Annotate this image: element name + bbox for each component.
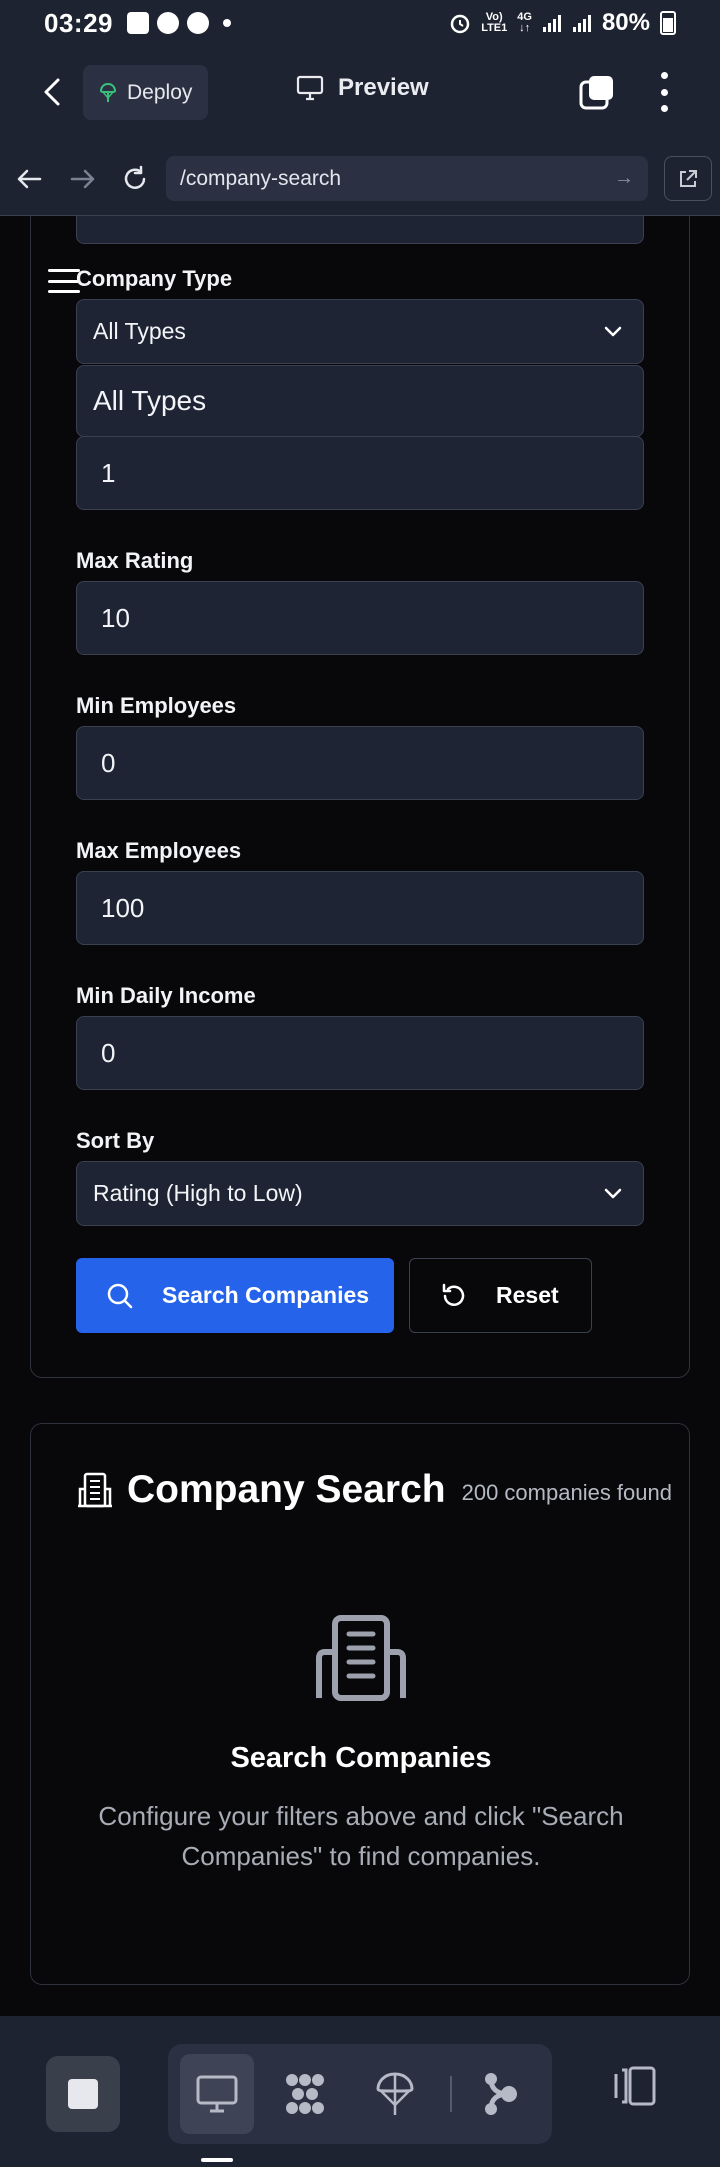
- alarm-icon: [450, 14, 470, 34]
- deploy-icon: [99, 82, 117, 102]
- go-arrow-icon[interactable]: →: [614, 167, 634, 190]
- search-icon: [107, 1283, 133, 1308]
- open-external-button[interactable]: [664, 156, 712, 201]
- panel-toggle-icon[interactable]: [612, 2064, 658, 2108]
- refresh-icon[interactable]: [120, 164, 150, 194]
- volte-indicator: Vo) LTE1: [481, 12, 507, 34]
- max-rating-label: Max Rating: [76, 548, 194, 573]
- workflow-tool-button[interactable]: [464, 2054, 538, 2134]
- url-text: /company-search: [180, 166, 342, 190]
- search-companies-button[interactable]: Search Companies: [76, 1258, 394, 1333]
- company-type-value: All Types: [93, 318, 186, 344]
- workflow-icon: [485, 2073, 517, 2115]
- back-chevron-icon[interactable]: [36, 74, 72, 110]
- browser-forward-icon[interactable]: [68, 164, 98, 194]
- results-count: 200 companies found: [461, 1480, 672, 1505]
- tool-group: [168, 2044, 552, 2144]
- results-title: Company Search: [127, 1468, 446, 1511]
- deploy-tool-button[interactable]: [358, 2054, 432, 2134]
- status-time: 03:29: [44, 7, 113, 38]
- deploy-label: Deploy: [127, 80, 193, 104]
- max-rating-value: 10: [101, 602, 130, 633]
- data-arrows-icon: ↓↑: [519, 22, 531, 34]
- toolbar-divider: [450, 2076, 452, 2112]
- results-card: Company Search 200 companies found Searc…: [30, 1423, 690, 1985]
- min-employees-label: Min Employees: [76, 693, 237, 718]
- company-type-select[interactable]: All Types: [76, 299, 644, 364]
- chevron-down-icon: [604, 326, 622, 337]
- empty-state-description: Configure your filters above and click "…: [98, 1801, 624, 1871]
- results-header: Company Search 200 companies found: [77, 1468, 672, 1512]
- alert-notification-icon: [187, 12, 209, 34]
- max-employees-value: 100: [101, 892, 145, 923]
- min-rating-value: 1: [101, 457, 116, 488]
- preview-label: Preview: [338, 74, 429, 101]
- deploy-button[interactable]: Deploy: [83, 65, 208, 120]
- preview-tab[interactable]: Preview: [296, 74, 429, 102]
- battery-icon: [660, 11, 676, 35]
- battery-percent: 80%: [601, 9, 650, 36]
- stop-button[interactable]: [46, 2056, 120, 2132]
- min-daily-income-label: Min Daily Income: [76, 983, 256, 1008]
- more-notifications-icon: [223, 19, 231, 27]
- reset-label: Reset: [496, 1282, 559, 1308]
- status-bar: 03:29 Vo) LTE1 4G ↓↑ 80%: [0, 0, 720, 46]
- search-companies-label: Search Companies: [162, 1282, 370, 1308]
- building-empty-state-icon: [316, 1615, 406, 1701]
- reset-button[interactable]: Reset: [409, 1258, 592, 1333]
- external-link-icon: [680, 169, 697, 187]
- browser-bar: /company-search →: [0, 142, 720, 216]
- notification-icons: [127, 12, 231, 34]
- gallery-notification-icon: [127, 12, 149, 34]
- browser-back-icon[interactable]: [14, 164, 44, 194]
- sort-by-label: Sort By: [76, 1128, 155, 1153]
- deploy-icon: [376, 2072, 414, 2115]
- max-employees-field[interactable]: 100: [76, 871, 644, 945]
- previous-input-field[interactable]: [76, 216, 644, 244]
- min-employees-value: 0: [101, 747, 116, 778]
- app-bar: Deploy Preview: [0, 46, 720, 142]
- home-indicator: [201, 2158, 233, 2162]
- chat-notification-icon: [157, 12, 179, 34]
- reset-icon: [442, 1283, 465, 1306]
- hive-icon: [286, 2074, 324, 2114]
- monitor-icon: [196, 2075, 238, 2113]
- empty-state-title: Search Companies: [230, 1742, 492, 1774]
- stop-icon: [68, 2079, 98, 2109]
- tabs-icon[interactable]: [578, 74, 616, 112]
- kebab-menu-icon[interactable]: [654, 72, 674, 112]
- sort-by-value: Rating (High to Low): [93, 1180, 303, 1206]
- min-daily-income-value: 0: [101, 1037, 116, 1068]
- max-employees-label: Max Employees: [76, 838, 242, 863]
- min-daily-income-field[interactable]: 0: [76, 1016, 644, 1090]
- chevron-down-icon: [604, 1188, 622, 1199]
- company-type-label: Company Type: [76, 266, 233, 291]
- network-type: 4G ↓↑: [517, 12, 532, 34]
- sort-by-select[interactable]: Rating (High to Low): [76, 1161, 644, 1226]
- volte-bottom-text: LTE1: [481, 22, 508, 34]
- min-rating-field[interactable]: 1: [76, 436, 644, 510]
- signal-icon-2: [572, 15, 591, 32]
- dropdown-option-all-types[interactable]: All Types: [76, 365, 644, 437]
- building-icon: [78, 1472, 112, 1508]
- monitor-icon: [296, 75, 324, 101]
- signal-icon: [542, 15, 561, 32]
- dropdown-option-label: All Types: [93, 385, 207, 416]
- status-right: Vo) LTE1 4G ↓↑ 80%: [449, 9, 676, 37]
- min-employees-field[interactable]: 0: [76, 726, 644, 800]
- page-content: Company Type All Types All Types 1 Max R…: [0, 216, 720, 2016]
- url-input[interactable]: /company-search →: [166, 156, 648, 201]
- max-rating-field[interactable]: 10: [76, 581, 644, 655]
- bottom-toolbar: [0, 2016, 720, 2167]
- agents-tool-button[interactable]: [268, 2054, 342, 2134]
- preview-tool-button[interactable]: [180, 2054, 254, 2134]
